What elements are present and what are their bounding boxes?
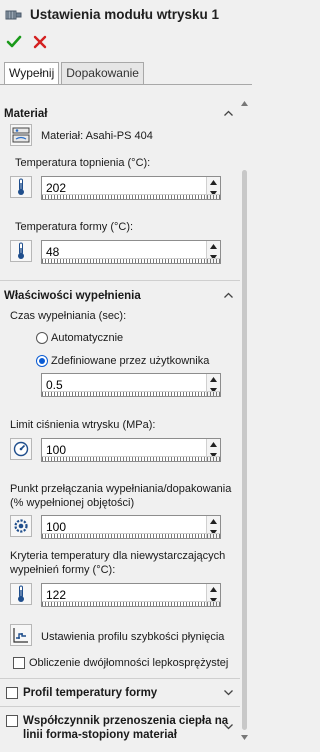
heat-transfer-title-line1: Współczynnik przenoszenia ciepła na [23, 715, 229, 727]
auto-fill-time-label: Automatycznie [51, 332, 124, 344]
short-shot-temp-label-line1: Kryteria temperatury dla niewystarczając… [10, 550, 226, 562]
section-divider [0, 280, 240, 281]
material-database-icon [12, 127, 30, 143]
material-database-button[interactable] [10, 124, 32, 146]
mold-temp-profile-checkbox[interactable] [6, 687, 18, 699]
scroll-down-arrow-icon[interactable] [240, 733, 249, 741]
chevron-up-icon[interactable] [223, 108, 234, 119]
section-divider [0, 678, 240, 679]
fill-time-slider[interactable] [42, 391, 220, 396]
mold-temp-slider[interactable] [42, 258, 220, 263]
spin-up-arrow-icon[interactable] [207, 584, 220, 594]
switchover-field[interactable]: 100 [41, 515, 221, 539]
switchover-gear-icon [14, 519, 28, 533]
scrollbar[interactable] [241, 100, 249, 740]
switchover-label-line2: (% wypełnionej objętości) [10, 497, 135, 509]
scrollbar-thumb[interactable] [242, 170, 247, 730]
pressure-limit-field[interactable]: 100 [41, 438, 221, 462]
melt-temp-icon-box [10, 176, 32, 198]
user-fill-time-radio[interactable] [36, 355, 48, 367]
melt-temp-label: Temperatura topnienia (°C): [15, 157, 151, 169]
fill-time-field[interactable]: 0.5 [41, 373, 221, 397]
injection-module-icon [5, 10, 22, 20]
spin-up-arrow-icon[interactable] [207, 177, 220, 187]
user-fill-time-label: Zdefiniowane przez użytkownika [51, 355, 210, 367]
melt-temp-field[interactable]: 202 [41, 176, 221, 200]
fill-time-label: Czas wypełniania (sec): [10, 310, 127, 322]
pressure-icon-box [10, 438, 32, 460]
birefringence-checkbox[interactable] [13, 657, 25, 669]
heat-transfer-checkbox[interactable] [6, 715, 18, 727]
chevron-up-icon[interactable] [223, 290, 234, 301]
spin-up-arrow-icon[interactable] [207, 374, 220, 384]
material-section-title: Materiał [4, 108, 48, 120]
mold-temp-profile-section-header[interactable]: Profil temperatury formy [4, 683, 238, 703]
fill-section-title: Właściwości wypełnienia [4, 290, 141, 302]
short-shot-temp-icon-box [10, 583, 32, 605]
spin-up-arrow-icon[interactable] [207, 516, 220, 526]
action-bar [0, 32, 252, 54]
page-title: Ustawienia modułu wtrysku 1 [30, 7, 220, 22]
heat-transfer-section-header[interactable]: Współczynnik przenoszenia ciepła na lini… [4, 711, 238, 745]
mold-temp-icon-box [10, 240, 32, 262]
title-bar: Ustawienia modułu wtrysku 1 [0, 0, 252, 30]
tab-divider [0, 84, 252, 85]
pressure-limit-slider[interactable] [42, 456, 220, 461]
birefringence-label: Obliczenie dwójłomności lepkosprężystej [29, 657, 229, 669]
flow-rate-profile-icon [13, 628, 28, 643]
spin-up-arrow-icon[interactable] [207, 241, 220, 251]
mold-temp-value: 48 [46, 245, 60, 259]
chevron-down-icon[interactable] [223, 721, 234, 732]
melt-temp-slider[interactable] [42, 194, 220, 199]
material-name: Materiał: Asahi-PS 404 [41, 130, 153, 142]
spin-up-arrow-icon[interactable] [207, 439, 220, 449]
short-shot-temp-value: 122 [46, 588, 67, 602]
switchover-label-line1: Punkt przełączania wypełniania/dopakowan… [10, 483, 232, 495]
mold-temp-profile-title: Profil temperatury formy [23, 687, 158, 699]
short-shot-temp-field[interactable]: 122 [41, 583, 221, 607]
thermometer-icon [18, 242, 24, 259]
tab-pack[interactable]: Dopakowanie [61, 62, 144, 84]
flow-profile-button[interactable] [10, 624, 32, 646]
fill-section-header[interactable]: Właściwości wypełnienia [4, 286, 238, 306]
thermometer-icon [18, 585, 24, 602]
fill-time-value: 0.5 [46, 378, 63, 392]
ok-check-icon[interactable] [6, 34, 22, 50]
cancel-x-icon[interactable] [32, 34, 48, 50]
material-section-header[interactable]: Materiał [4, 104, 238, 124]
switchover-slider[interactable] [42, 533, 220, 538]
pressure-limit-label: Limit ciśnienia wtrysku (MPa): [10, 419, 156, 431]
pressure-limit-value: 100 [46, 443, 67, 457]
thermometer-icon [18, 178, 24, 195]
tab-fill[interactable]: Wypełnij [4, 62, 60, 84]
switchover-icon-box [10, 515, 32, 537]
mold-temp-label: Temperatura formy (°C): [15, 221, 134, 233]
short-shot-temp-label-line2: wypełnień formy (°C): [10, 564, 116, 576]
melt-temp-value: 202 [46, 181, 67, 195]
pressure-gauge-icon [13, 441, 29, 457]
short-shot-temp-slider[interactable] [42, 601, 220, 606]
mold-temp-field[interactable]: 48 [41, 240, 221, 264]
flow-profile-label[interactable]: Ustawienia profilu szybkości płynięcia [41, 631, 224, 643]
heat-transfer-title-line2: linii forma-stopiony materiał [23, 729, 177, 741]
chevron-down-icon[interactable] [223, 687, 234, 698]
tab-strip: Wypełnij Dopakowanie [4, 62, 144, 84]
section-divider [0, 706, 240, 707]
switchover-value: 100 [46, 520, 67, 534]
auto-fill-time-radio[interactable] [36, 332, 48, 344]
